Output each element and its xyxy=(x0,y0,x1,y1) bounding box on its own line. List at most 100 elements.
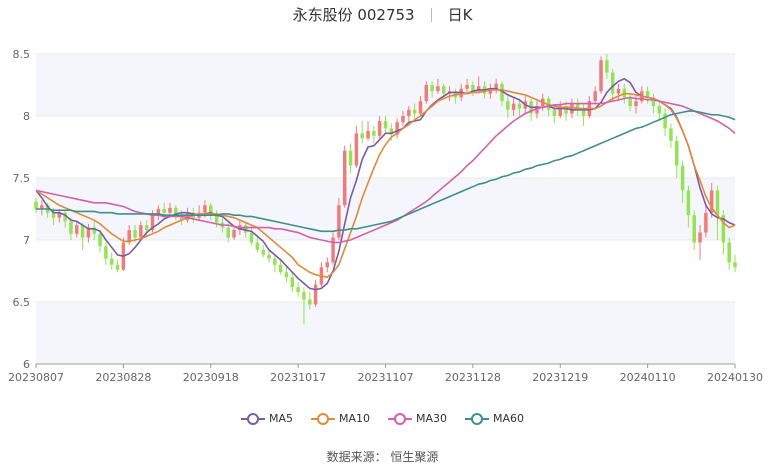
candle-body xyxy=(139,225,143,238)
candle-body xyxy=(278,264,283,273)
legend-label: MA60 xyxy=(493,412,525,425)
candle-body xyxy=(331,237,335,263)
x-tick-label: 20240130 xyxy=(707,371,763,384)
candle-body xyxy=(360,133,364,139)
candle-body xyxy=(698,232,702,243)
legend-label: MA10 xyxy=(338,412,370,425)
candle-body xyxy=(377,120,382,136)
candlestick-chart: 66.577.588.5 20230807 20230828 20230918 202… xyxy=(8,48,763,384)
candle-body xyxy=(686,190,691,216)
candle-body xyxy=(430,85,434,92)
candle-body xyxy=(657,106,662,114)
band xyxy=(36,302,735,364)
candle-body xyxy=(715,190,720,216)
y-tick-label: 7.5 xyxy=(13,172,31,185)
legend-swatch-dot xyxy=(394,412,406,425)
y-tick-label: 7 xyxy=(23,234,30,247)
candle-body xyxy=(325,262,329,268)
candle-body xyxy=(669,128,673,141)
candle-body xyxy=(727,242,731,263)
candle-body xyxy=(383,120,388,129)
legend-item-ma60[interactable]: MA60 xyxy=(465,412,524,425)
legend-label: MA30 xyxy=(416,412,448,425)
candle-body xyxy=(214,215,219,223)
candle-body xyxy=(255,242,260,250)
candle-body xyxy=(162,209,166,213)
candle-body xyxy=(436,86,440,92)
candle-body xyxy=(261,249,265,255)
x-tick-label: 20231107 xyxy=(358,371,414,384)
candle-body xyxy=(80,225,85,238)
candle-body xyxy=(680,165,685,191)
y-tick-label: 8.5 xyxy=(13,48,31,61)
candle-body xyxy=(290,277,295,288)
legend-swatch-dot xyxy=(471,412,484,425)
y-tick-label: 6 xyxy=(23,358,30,371)
candle-body xyxy=(232,230,236,238)
legend-swatch-dot xyxy=(316,412,329,425)
candle-body xyxy=(412,109,417,114)
legend-swatch xyxy=(465,412,490,425)
chart-container: 永东股份 002753 日K 6 6.5 7 7.5 8 8.5 20230807 20230… xyxy=(0,0,765,465)
candle-body xyxy=(342,150,347,206)
legend-label: MA5 xyxy=(268,412,293,425)
candle-body xyxy=(144,225,149,231)
candle-body xyxy=(69,221,73,234)
candle-body xyxy=(418,101,423,114)
x-tick-label: 20231219 xyxy=(532,371,588,384)
candle-body xyxy=(634,101,638,107)
candle-body xyxy=(704,212,708,233)
candle-body xyxy=(372,130,376,136)
x-tick-label: 20230828 xyxy=(95,371,151,384)
x-axis: 20230807 20230828 20230918 20231017 20231107… xyxy=(8,363,763,384)
candle-body xyxy=(465,85,469,89)
legend-swatch-dot xyxy=(246,412,259,425)
candle-body xyxy=(75,225,79,234)
candle-body xyxy=(616,88,621,94)
candle-body xyxy=(337,205,341,238)
x-tick-label: 20231128 xyxy=(445,371,501,384)
candle-body xyxy=(570,103,574,114)
x-tick-label: 20231017 xyxy=(270,371,326,384)
x-tick-label: 20230807 xyxy=(8,371,64,384)
candle-body xyxy=(267,254,271,259)
candle-body xyxy=(663,113,667,129)
legend-item-ma10[interactable]: MA10 xyxy=(310,412,370,425)
candle-body xyxy=(226,227,230,238)
candle-body xyxy=(442,86,446,94)
legend-item-ma5[interactable]: MA5 xyxy=(240,412,293,425)
candle-body xyxy=(424,85,429,102)
candle-body xyxy=(506,101,510,110)
x-tick-label: 20240110 xyxy=(620,371,676,384)
candle-body xyxy=(115,264,120,270)
candle-body xyxy=(296,287,300,293)
candle-body xyxy=(168,207,172,213)
candle-body xyxy=(34,201,38,209)
candle-body xyxy=(203,205,207,213)
candle-body xyxy=(407,109,411,116)
y-tick-label: 6.5 xyxy=(13,296,31,309)
candle-body xyxy=(511,103,516,110)
candle-body xyxy=(599,60,603,92)
candle-body xyxy=(628,97,632,107)
legend-swatch xyxy=(310,412,335,425)
candle-body xyxy=(552,109,557,116)
candle-body xyxy=(733,262,737,268)
candle-body xyxy=(401,116,405,123)
candle-body xyxy=(610,72,615,94)
candle-body xyxy=(109,258,114,265)
candle-body xyxy=(98,233,102,247)
candle-body xyxy=(593,91,597,102)
candle-body xyxy=(249,232,254,243)
data-source: 数据来源： 恒生聚源 xyxy=(326,450,439,464)
candle-body xyxy=(517,103,522,109)
x-tick-label: 20230918 xyxy=(183,371,239,384)
candle-body xyxy=(313,284,318,305)
candle-body xyxy=(133,230,137,238)
candle-body xyxy=(366,130,370,139)
legend-swatch xyxy=(240,412,265,425)
candle-body xyxy=(605,60,609,73)
candle-body xyxy=(354,133,359,166)
candle-body xyxy=(675,140,679,166)
legend-item-ma30[interactable]: MA30 xyxy=(388,412,447,425)
